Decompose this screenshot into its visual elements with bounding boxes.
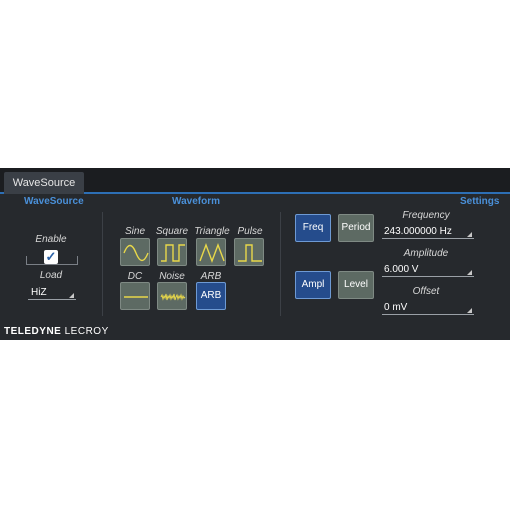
- brand-light: LECROY: [61, 326, 109, 337]
- load-dropdown[interactable]: HiZ: [28, 286, 76, 300]
- offset-value: 0 mV: [384, 302, 408, 313]
- load-label: Load: [39, 270, 63, 281]
- sine-wave-icon: [123, 244, 149, 262]
- triangle-label: Triangle: [194, 226, 230, 237]
- pulse-button[interactable]: [234, 238, 264, 266]
- brand-bold: TELEDYNE: [4, 326, 62, 337]
- enable-label: Enable: [35, 234, 67, 245]
- enable-checkbox[interactable]: ✓: [44, 250, 58, 264]
- square-button[interactable]: [157, 238, 187, 266]
- level-button[interactable]: Level: [338, 271, 374, 299]
- arb-label: ARB: [200, 271, 222, 282]
- amplitude-value: 6.000 V: [384, 264, 419, 275]
- dropdown-arrow-icon: [467, 308, 472, 313]
- dc-button[interactable]: [120, 282, 150, 310]
- dropdown-arrow-icon: [69, 293, 74, 298]
- triangle-button[interactable]: [196, 238, 226, 266]
- frequency-value: 243.000000 Hz: [384, 226, 452, 237]
- divider: [280, 212, 281, 316]
- sine-label: Sine: [124, 226, 145, 237]
- settings-section-title: Settings: [460, 196, 500, 207]
- teledyne-lecroy-logo: TELEDYNE LECROY: [4, 326, 109, 337]
- square-wave-icon: [161, 244, 185, 262]
- divider: [102, 212, 103, 316]
- load-value: HiZ: [31, 287, 47, 298]
- dc-label: DC: [127, 271, 143, 282]
- sine-button[interactable]: [120, 238, 150, 266]
- noise-button[interactable]: [157, 282, 187, 310]
- noise-wave-icon: [160, 293, 186, 301]
- frequency-label: Frequency: [402, 210, 450, 221]
- offset-label: Offset: [412, 286, 440, 297]
- waveform-section-title: Waveform: [172, 196, 220, 207]
- offset-field[interactable]: 0 mV: [382, 301, 474, 315]
- arb-button[interactable]: ARB: [196, 282, 226, 310]
- triangle-wave-icon: [199, 243, 225, 263]
- ampl-button[interactable]: Ampl: [295, 271, 331, 299]
- pulse-wave-icon: [238, 244, 262, 262]
- pulse-label: Pulse: [237, 226, 263, 237]
- tab-bar: WaveSource: [0, 168, 510, 194]
- period-button[interactable]: Period: [338, 214, 374, 242]
- freq-button[interactable]: Freq: [295, 214, 331, 242]
- dropdown-arrow-icon: [467, 232, 472, 237]
- dropdown-arrow-icon: [467, 270, 472, 275]
- noise-label: Noise: [159, 271, 185, 282]
- frequency-field[interactable]: 243.000000 Hz: [382, 225, 474, 239]
- tab-wavesource[interactable]: WaveSource: [4, 172, 84, 194]
- dc-line-icon: [124, 296, 148, 298]
- wavesource-section-title: WaveSource: [24, 196, 84, 207]
- wavesource-dialog: WaveSource WaveSource Waveform Settings …: [0, 168, 510, 340]
- amplitude-field[interactable]: 6.000 V: [382, 263, 474, 277]
- square-label: Square: [155, 226, 189, 237]
- amplitude-label: Amplitude: [403, 248, 449, 259]
